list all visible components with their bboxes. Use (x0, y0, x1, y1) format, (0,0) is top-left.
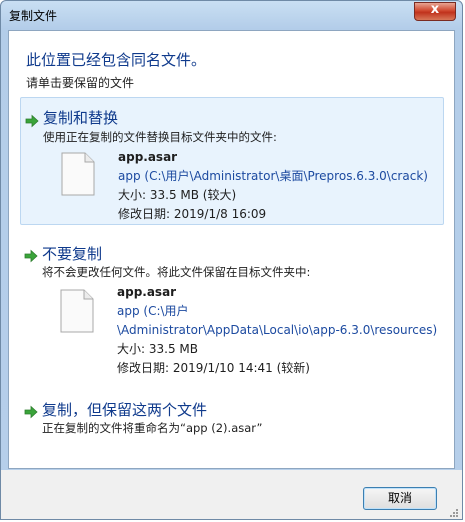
file-modified-date: 修改日期: 2019/1/8 16:09 (118, 207, 267, 221)
cancel-button[interactable]: 取消 (363, 487, 437, 510)
green-arrow-icon (24, 249, 38, 263)
option-description: 将不会更改任何文件。将此文件保留在目标文件夹中: (42, 265, 311, 279)
option-keep-both[interactable]: 复制，但保留这两个文件 正在复制的文件将重命名为“app (2).asar” (20, 395, 444, 441)
file-path: app (C:\用户 (117, 304, 189, 318)
file-path-continued: \Administrator\AppData\Local\io\app-6.3.… (117, 323, 438, 337)
resize-grip-icon[interactable] (449, 508, 459, 518)
file-name: app.asar (117, 285, 177, 299)
window-title: 复制文件 (9, 9, 58, 23)
dialog-content: 此位置已经包含同名文件。 请单击要保留的文件 复制和替换 使用正在复制的文件替换… (8, 30, 455, 469)
option-title: 不要复制 (42, 245, 103, 263)
page-title: 此位置已经包含同名文件。 (26, 51, 207, 69)
option-do-not-copy[interactable]: 不要复制 将不会更改任何文件。将此文件保留在目标文件夹中: app.asar a… (20, 239, 444, 389)
file-details: app.asar app (C:\用户\Administrator\桌面\Pre… (118, 148, 428, 224)
file-size: 大小: 33.5 MB (较大) (118, 188, 237, 202)
green-arrow-icon (25, 114, 39, 128)
file-path: app (C:\用户\Administrator\桌面\Prepros.6.3.… (118, 169, 428, 183)
instruction-text: 请单击要保留的文件 (26, 76, 135, 90)
green-arrow-icon (24, 405, 38, 419)
file-modified-date: 修改日期: 2019/1/10 14:41 (较新) (117, 361, 310, 375)
file-icon (61, 152, 95, 196)
option-description: 正在复制的文件将重命名为“app (2).asar” (42, 421, 263, 435)
option-copy-and-replace[interactable]: 复制和替换 使用正在复制的文件替换目标文件夹中的文件: app.asar app… (20, 97, 444, 225)
button-bar: 取消 (1, 470, 462, 519)
option-title: 复制，但保留这两个文件 (42, 401, 208, 419)
file-icon (60, 289, 94, 333)
file-size: 大小: 33.5 MB (117, 342, 198, 356)
close-button[interactable]: x (414, 2, 456, 21)
option-title: 复制和替换 (43, 109, 119, 127)
title-bar[interactable]: 复制文件 x (1, 1, 462, 29)
file-details: app.asar app (C:\用户 \Administrator\AppDa… (117, 283, 437, 378)
close-icon: x (430, 2, 440, 17)
dialog-window: 复制文件 x 此位置已经包含同名文件。 请单击要保留的文件 复制和替换 使用正在… (0, 0, 463, 520)
option-description: 使用正在复制的文件替换目标文件夹中的文件: (43, 130, 277, 144)
file-name: app.asar (118, 150, 178, 164)
